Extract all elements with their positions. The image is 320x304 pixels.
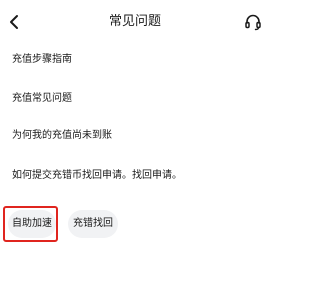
page-title: 常见问题 [108, 14, 161, 29]
quick-action-chips: 自助加速 充错找回 [0, 206, 270, 246]
self-service-speedup-chip[interactable]: 自助加速 [8, 210, 56, 238]
faq-item-recharge-not-arrived[interactable]: 为何我的充值尚未到账 [12, 128, 112, 144]
faq-item-recharge-guide[interactable]: 充值步骤指南 [12, 52, 72, 68]
faq-page: 常见问题 充值步骤指南 充值常见问题 为何我的充值尚未到账 如何提交充错币找回申… [0, 0, 270, 304]
faq-item-wrong-coin-recovery[interactable]: 如何提交充错币找回申请。找回申请。 [12, 168, 182, 184]
faq-item-recharge-faq[interactable]: 充值常见问题 [12, 91, 72, 107]
customer-support-button[interactable] [242, 11, 264, 33]
header-bar: 常见问题 [0, 0, 270, 44]
wrong-coin-recovery-chip[interactable]: 充错找回 [68, 210, 118, 238]
headset-icon [245, 14, 261, 31]
